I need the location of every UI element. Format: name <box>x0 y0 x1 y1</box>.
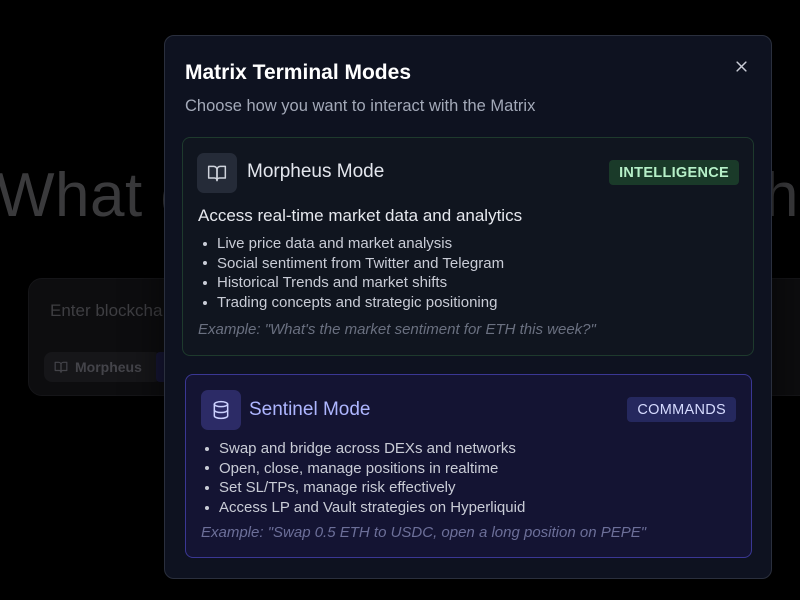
morpheus-mode-card[interactable]: Morpheus Mode INTELLIGENCE Access real-t… <box>182 137 754 356</box>
list-item: Access LP and Vault strategies on Hyperl… <box>205 498 525 518</box>
background-input-placeholder: Enter blockcha <box>50 301 163 320</box>
list-item: Live price data and market analysis <box>203 234 504 254</box>
background-chip-edge <box>156 352 164 382</box>
background-mode-chip: Morpheus <box>44 352 162 382</box>
list-item: Trading concepts and strategic positioni… <box>203 293 504 313</box>
sentinel-mode-icon-tile <box>201 390 241 430</box>
modal-title: Matrix Terminal Modes <box>185 61 411 84</box>
list-item: Open, close, manage positions in realtim… <box>205 459 525 479</box>
morpheus-mode-description: Access real-time market data and analyti… <box>198 206 523 225</box>
modal-subtitle: Choose how you want to interact with the… <box>185 97 536 115</box>
modes-modal: Matrix Terminal Modes Choose how you wan… <box>164 35 772 579</box>
background-mode-chip-label: Morpheus <box>75 359 142 375</box>
list-item: Historical Trends and market shifts <box>203 273 504 293</box>
sentinel-mode-title: Sentinel Mode <box>249 399 371 420</box>
book-open-icon <box>207 165 227 182</box>
morpheus-mode-example: Example: "What's the market sentiment fo… <box>198 321 596 338</box>
morpheus-mode-title: Morpheus Mode <box>247 161 385 182</box>
list-item: Social sentiment from Twitter and Telegr… <box>203 254 504 274</box>
close-button[interactable] <box>729 54 753 78</box>
list-item: Set SL/TPs, manage risk effectively <box>205 478 525 498</box>
sentinel-mode-example: Example: "Swap 0.5 ETH to USDC, open a l… <box>201 524 647 541</box>
morpheus-feature-list: Live price data and market analysis Soci… <box>203 234 504 312</box>
book-open-icon <box>54 361 68 373</box>
morpheus-mode-icon-tile <box>197 153 237 193</box>
sentinel-feature-list: Swap and bridge across DEXs and networks… <box>205 439 525 517</box>
sentinel-mode-badge: COMMANDS <box>627 397 736 422</box>
list-item: Swap and bridge across DEXs and networks <box>205 439 525 459</box>
close-icon <box>735 60 747 72</box>
morpheus-mode-badge: INTELLIGENCE <box>609 160 739 185</box>
sentinel-mode-card[interactable]: Sentinel Mode COMMANDS Swap and bridge a… <box>185 374 752 558</box>
database-icon <box>213 400 229 420</box>
